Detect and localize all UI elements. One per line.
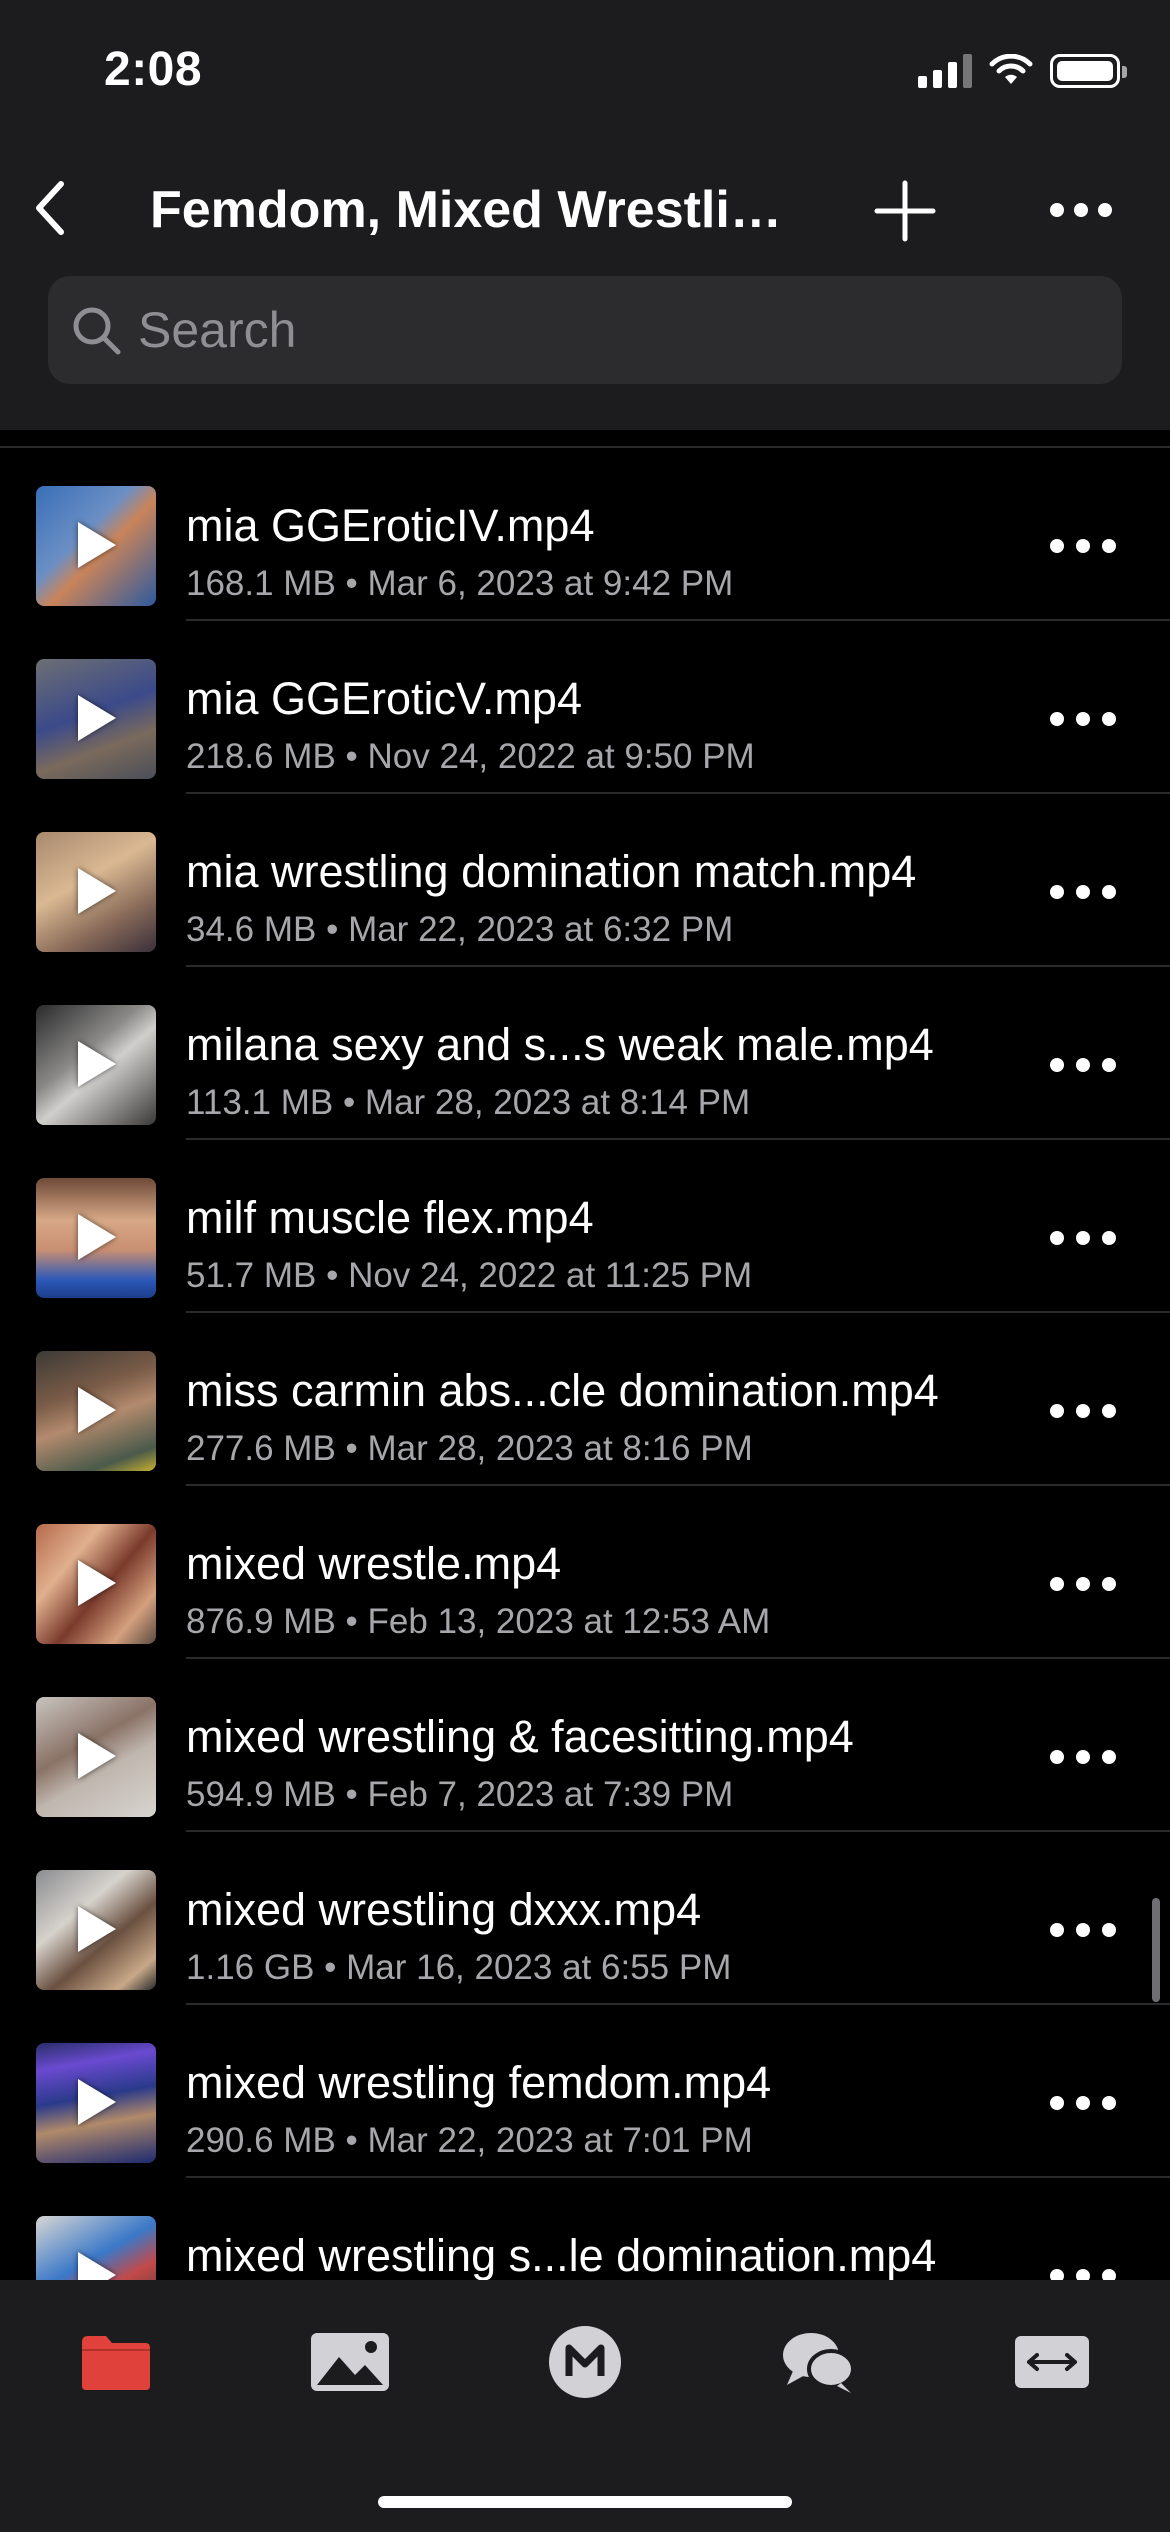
file-meta: 1.16 GB • Mar 16, 2023 at 6:55 PM xyxy=(186,1948,732,1987)
play-icon xyxy=(78,1560,116,1606)
wifi-icon xyxy=(989,54,1033,84)
video-thumbnail xyxy=(36,1005,156,1125)
play-icon xyxy=(78,1387,116,1433)
file-meta: 277.6 MB • Mar 28, 2023 at 8:16 PM xyxy=(186,1429,753,1468)
play-icon xyxy=(78,695,116,741)
file-meta: 51.7 MB • Nov 24, 2022 at 11:25 PM xyxy=(186,1256,753,1295)
mega-logo-icon xyxy=(549,2326,621,2398)
file-name: mia GGEroticV.mp4 xyxy=(186,673,582,724)
more-options-button[interactable] xyxy=(1036,180,1126,240)
file-meta: 594.9 MB • Feb 7, 2023 at 7:39 PM xyxy=(186,1775,734,1814)
video-thumbnail xyxy=(36,1870,156,1990)
status-icons xyxy=(918,54,1127,88)
file-name: miss carmin abs...cle domination.mp4 xyxy=(186,1365,939,1416)
row-more-button[interactable] xyxy=(1050,2266,1116,2280)
file-list[interactable]: mia GGEroticIV.mp4 168.1 MB • Mar 6, 202… xyxy=(0,430,1170,2280)
video-thumbnail xyxy=(36,1178,156,1298)
video-thumbnail xyxy=(36,2216,156,2280)
play-icon xyxy=(78,522,116,568)
file-meta: 876.9 MB • Feb 13, 2023 at 12:53 AM xyxy=(186,1602,771,1641)
transfers-icon xyxy=(1015,2336,1089,2388)
row-more-button[interactable] xyxy=(1050,1747,1116,1767)
search-input[interactable] xyxy=(138,301,1038,359)
list-item[interactable]: mia wrestling domination match.mp4 34.6 … xyxy=(0,794,1170,967)
scroll-indicator[interactable] xyxy=(1152,1898,1160,2002)
tab-chat[interactable] xyxy=(768,2322,868,2402)
play-icon xyxy=(78,2252,116,2280)
list-item[interactable]: mixed wrestling femdom.mp4 290.6 MB • Ma… xyxy=(0,2005,1170,2178)
file-name: mixed wrestling & facesitting.mp4 xyxy=(186,1711,854,1762)
file-name: mixed wrestling femdom.mp4 xyxy=(186,2057,772,2108)
file-name: mixed wrestling s...le domination.mp4 xyxy=(186,2230,937,2280)
tab-mega[interactable] xyxy=(535,2322,635,2402)
list-item[interactable]: milana sexy and s...s weak male.mp4 113.… xyxy=(0,967,1170,1140)
video-thumbnail xyxy=(36,832,156,952)
list-item[interactable]: miss carmin abs...cle domination.mp4 277… xyxy=(0,1313,1170,1486)
search-icon xyxy=(68,302,124,358)
battery-icon xyxy=(1050,54,1127,88)
chevron-left-icon xyxy=(36,181,64,235)
video-thumbnail xyxy=(36,486,156,606)
tab-photos[interactable] xyxy=(300,2322,400,2402)
tab-bar xyxy=(0,2280,1170,2532)
row-more-button[interactable] xyxy=(1050,709,1116,729)
play-icon xyxy=(78,868,116,914)
video-thumbnail xyxy=(36,1351,156,1471)
list-item[interactable]: mia GGEroticV.mp4 218.6 MB • Nov 24, 202… xyxy=(0,621,1170,794)
play-icon xyxy=(78,1214,116,1260)
cellular-signal-icon xyxy=(918,54,972,88)
header: 2:08 Femdom, Mixed Wrestlin... xyxy=(0,0,1170,430)
file-meta: 113.1 MB • Mar 28, 2023 at 8:14 PM xyxy=(186,1083,751,1122)
file-name: milf muscle flex.mp4 xyxy=(186,1192,594,1243)
home-indicator xyxy=(378,2496,792,2508)
list-item[interactable]: mixed wrestling & facesitting.mp4 594.9 … xyxy=(0,1659,1170,1832)
list-item[interactable]: milf muscle flex.mp4 51.7 MB • Nov 24, 2… xyxy=(0,1140,1170,1313)
video-thumbnail xyxy=(36,2043,156,2163)
list-item[interactable]: mia GGEroticIV.mp4 168.1 MB • Mar 6, 202… xyxy=(0,448,1170,621)
video-thumbnail xyxy=(36,1524,156,1644)
file-meta: 168.1 MB • Mar 6, 2023 at 9:42 PM xyxy=(186,564,734,603)
navigation-bar: Femdom, Mixed Wrestlin... xyxy=(0,160,1170,250)
video-thumbnail xyxy=(36,1697,156,1817)
status-time: 2:08 xyxy=(104,43,203,96)
file-name: mia wrestling domination match.mp4 xyxy=(186,846,917,897)
row-more-button[interactable] xyxy=(1050,2093,1116,2113)
add-button[interactable] xyxy=(872,178,938,244)
file-name: mia GGEroticIV.mp4 xyxy=(186,500,595,551)
row-more-button[interactable] xyxy=(1050,536,1116,556)
row-more-button[interactable] xyxy=(1050,1574,1116,1594)
search-bar[interactable] xyxy=(48,276,1122,384)
play-icon xyxy=(78,1733,116,1779)
row-more-button[interactable] xyxy=(1050,1055,1116,1075)
file-name: milana sexy and s...s weak male.mp4 xyxy=(186,1019,934,1070)
list-item[interactable]: mixed wrestling dxxx.mp4 1.16 GB • Mar 1… xyxy=(0,1832,1170,2005)
plus-icon xyxy=(874,180,936,242)
file-name: mixed wrestling dxxx.mp4 xyxy=(186,1884,702,1935)
list-item[interactable]: mixed wrestle.mp4 876.9 MB • Feb 13, 202… xyxy=(0,1486,1170,1659)
chat-icon xyxy=(783,2333,855,2393)
file-meta: 34.6 MB • Mar 22, 2023 at 6:32 PM xyxy=(186,910,734,949)
file-meta: 290.6 MB • Mar 22, 2023 at 7:01 PM xyxy=(186,2121,753,2160)
list-item[interactable]: mixed wrestling s...le domination.mp4 xyxy=(0,2178,1170,2280)
page-title: Femdom, Mixed Wrestlin... xyxy=(150,181,790,239)
play-icon xyxy=(78,1041,116,1087)
back-button[interactable] xyxy=(20,178,80,238)
video-thumbnail xyxy=(36,659,156,779)
row-more-button[interactable] xyxy=(1050,1228,1116,1248)
row-more-button[interactable] xyxy=(1050,882,1116,902)
tab-files[interactable] xyxy=(66,2322,166,2402)
photo-icon xyxy=(311,2333,389,2391)
file-name: mixed wrestle.mp4 xyxy=(186,1538,562,1589)
row-more-button[interactable] xyxy=(1050,1401,1116,1421)
tab-transfers[interactable] xyxy=(1002,2322,1102,2402)
file-meta: 218.6 MB • Nov 24, 2022 at 9:50 PM xyxy=(186,737,755,776)
play-icon xyxy=(78,2079,116,2125)
row-more-button[interactable] xyxy=(1050,1920,1116,1940)
folder-icon xyxy=(82,2336,150,2390)
play-icon xyxy=(78,1906,116,1952)
